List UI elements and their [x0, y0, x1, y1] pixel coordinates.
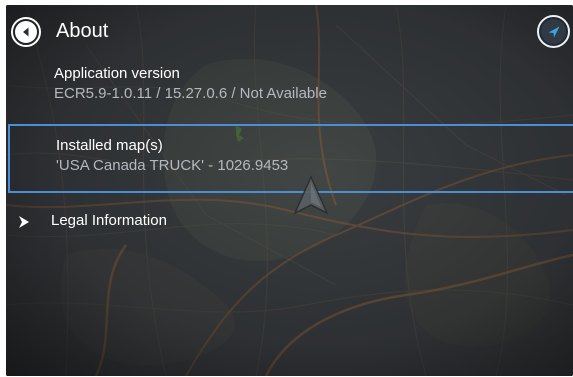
legal-information-label: Legal Information: [51, 212, 167, 229]
back-button[interactable]: [11, 17, 41, 47]
about-screen: About Application version ECR5.9-1.0.11 …: [6, 5, 573, 376]
installed-maps-value: 'USA Canada TRUCK' - 1026.9453: [56, 157, 289, 174]
legal-information-item[interactable]: Legal Information: [6, 205, 573, 239]
header-bar: About: [6, 5, 573, 49]
installed-maps-label: Installed map(s): [56, 137, 163, 154]
application-version-label: Application version: [54, 65, 180, 82]
chevron-right-icon: [19, 216, 29, 228]
application-version-value: ECR5.9-1.0.11 / 15.27.0.6 / Not Availabl…: [54, 85, 327, 102]
navigation-button[interactable]: [537, 15, 570, 48]
navigation-arrow-icon: [541, 19, 566, 44]
page-title: About: [56, 20, 109, 42]
application-version-item: Application version ECR5.9-1.0.11 / 15.2…: [8, 59, 573, 119]
installed-maps-item[interactable]: Installed map(s) 'USA Canada TRUCK' - 10…: [8, 124, 573, 193]
back-arrow-icon: [15, 21, 37, 43]
